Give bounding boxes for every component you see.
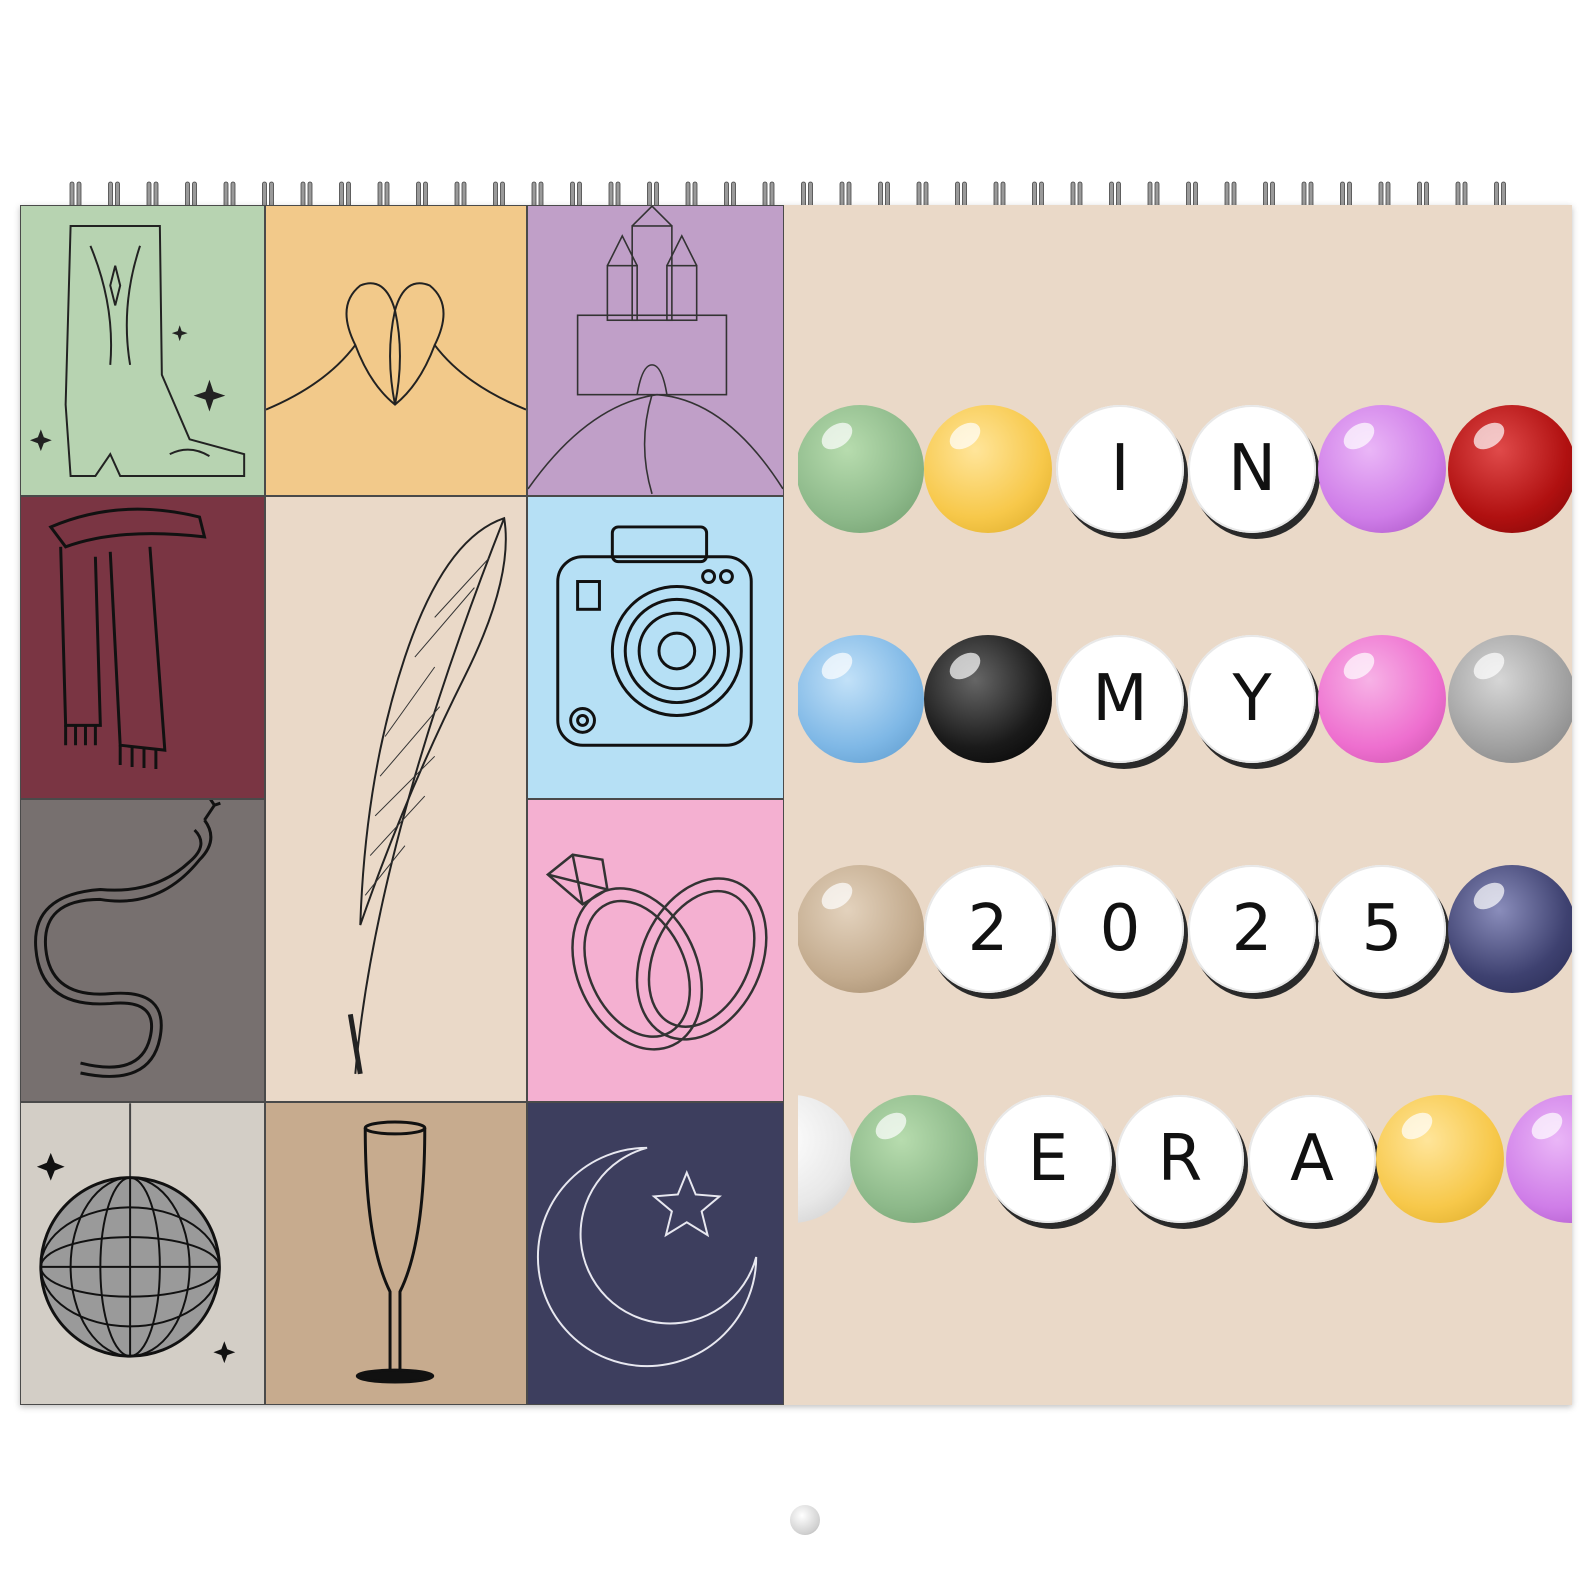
bead-row-1: I N [798,405,1572,545]
bead-title: I N M Y 2 0 2 5 E R A [798,205,1572,1405]
color-bead [924,635,1052,763]
letter-A: A [1290,1122,1334,1196]
color-bead [798,865,924,993]
moon-star-icon [536,1146,758,1368]
scarf-icon [48,507,207,769]
letter-E: E [1027,1122,1069,1196]
letter-bead: M [1056,635,1184,763]
color-bead [798,635,924,763]
letter-bead: A [1248,1095,1376,1223]
tile-cowboy-boot [20,205,265,496]
hanging-hole [790,1505,820,1535]
color-bead [1376,1095,1504,1223]
color-bead [1506,1095,1572,1223]
color-bead [1318,405,1446,533]
letter-N: N [1228,432,1276,506]
letter-M: M [1092,662,1148,736]
letter-bead: N [1188,405,1316,533]
digit-5: 5 [1361,892,1403,966]
disco-ball-icon [36,1103,236,1364]
color-bead [798,1095,856,1223]
feather-quill-icon [347,516,507,1075]
letter-bead: 5 [1318,865,1446,993]
tile-moon [527,1102,784,1405]
letter-bead: R [1116,1095,1244,1223]
letter-I: I [1110,432,1130,506]
color-bead [1448,865,1572,993]
color-bead [1318,635,1446,763]
color-bead [924,405,1052,533]
tile-rings [527,799,784,1102]
rings-icon [545,853,768,1051]
letter-bead: Y [1188,635,1316,763]
castle-icon [528,206,783,495]
letter-Y: Y [1232,662,1272,736]
letter-bead: E [984,1095,1112,1223]
tile-disco-ball [20,1102,265,1405]
letter-bead: I [1056,405,1184,533]
tile-castle [527,205,784,496]
era-icon-grid [20,205,798,1405]
letter-bead: 0 [1056,865,1184,993]
color-bead [1448,635,1572,763]
bead-row-2: M Y [798,635,1572,775]
tile-snake [20,799,265,1102]
tile-camera [527,496,784,799]
digit-2: 2 [967,892,1009,966]
color-bead [850,1095,978,1223]
tile-heart-hands [265,205,527,496]
instant-camera-icon [556,525,753,747]
cowboy-boot-icon [29,225,246,477]
color-bead [798,405,924,533]
tile-feather [265,496,527,1102]
wall-calendar-cover: I N M Y 2 0 2 5 E R A [20,205,1572,1535]
heart-hands-icon [266,282,526,411]
letter-bead: 2 [1188,865,1316,993]
champagne-glass-icon [355,1120,435,1384]
letter-bead: 2 [924,865,1052,993]
tile-scarf [20,496,265,799]
bead-row-3: 2 0 2 5 [798,865,1572,1005]
color-bead [1448,405,1572,533]
letter-R: R [1157,1122,1203,1196]
tile-champagne [265,1102,527,1405]
bead-row-4: E R A [798,1095,1572,1235]
snake-icon [34,800,221,1078]
digit-2: 2 [1231,892,1273,966]
digit-0: 0 [1099,892,1141,966]
